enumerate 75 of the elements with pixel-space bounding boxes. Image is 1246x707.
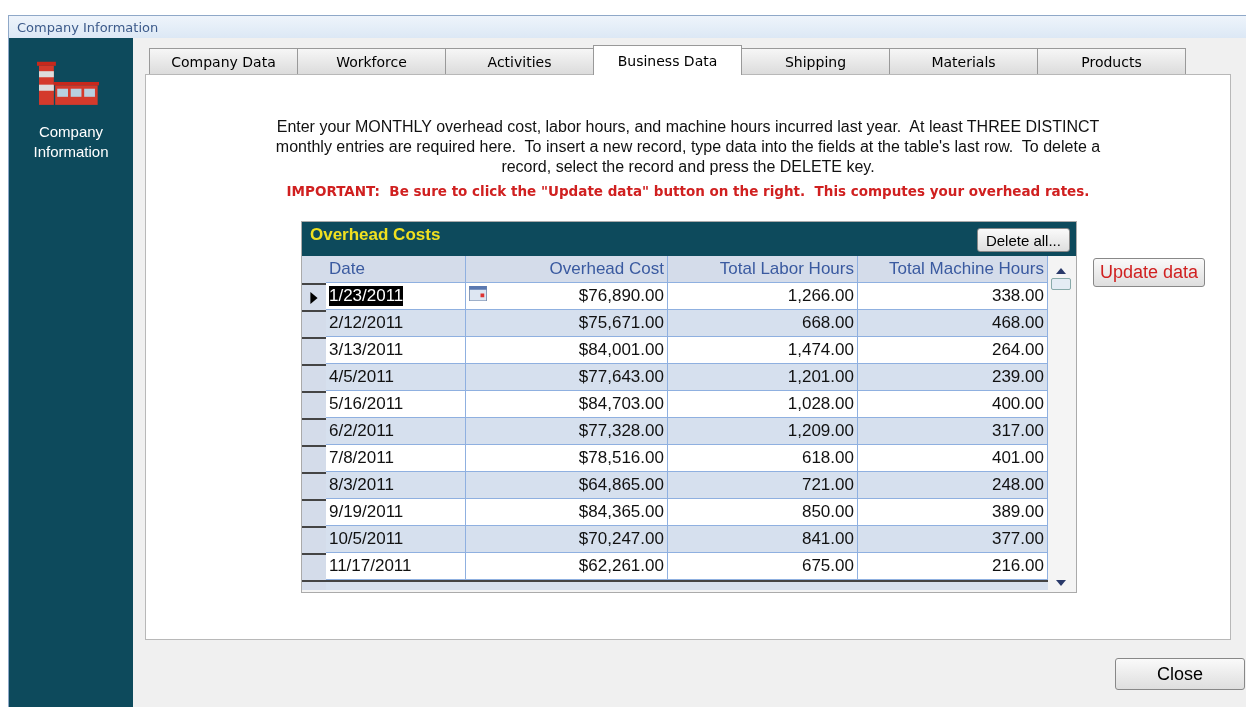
tab[interactable]: Shipping — [741, 48, 890, 74]
table-cell: 389.00 — [991, 502, 1044, 522]
table-cell: $70,247.00 — [578, 529, 664, 549]
table-cell: 216.00 — [991, 556, 1044, 576]
window-title: Company Information — [17, 19, 159, 35]
tab[interactable]: Company Data — [149, 48, 298, 74]
calendar-icon[interactable] — [468, 286, 487, 301]
row-selector[interactable] — [301, 445, 326, 472]
tab[interactable]: Products — [1037, 48, 1186, 74]
scroll-down-icon[interactable] — [1055, 580, 1066, 586]
table-cell: 468.00 — [991, 313, 1044, 333]
table-cell: 4/5/2011 — [328, 367, 394, 387]
row-selector[interactable] — [301, 391, 326, 418]
table-cell: 1,201.00 — [787, 367, 854, 387]
table-cell: 841.00 — [801, 529, 854, 549]
close-button[interactable]: Close — [1115, 658, 1245, 690]
scroll-thumb[interactable] — [1050, 278, 1071, 290]
sidebar-label: Company Information — [32, 122, 110, 162]
table-cell: $84,703.00 — [578, 394, 664, 414]
row-selector[interactable] — [301, 526, 326, 553]
table-cell: 7/8/2011 — [328, 448, 394, 468]
row-selector[interactable] — [301, 337, 326, 364]
table-cell: 6/2/2011 — [328, 421, 394, 441]
table-cell: $76,890.00 — [578, 286, 664, 306]
row-selector[interactable] — [301, 283, 326, 310]
scroll-up-icon[interactable] — [1055, 268, 1066, 274]
table-cell: 264.00 — [991, 340, 1044, 360]
important-note: IMPORTANT: Be sure to click the "Update data" button on the right. This computes your overhead rates. — [286, 183, 1090, 199]
row-selector[interactable] — [301, 310, 326, 337]
table-cell: 248.00 — [991, 475, 1044, 495]
table-cell: 1,028.00 — [787, 394, 854, 414]
table-cell: 400.00 — [991, 394, 1044, 414]
table-cell: 1,266.00 — [787, 286, 854, 306]
update-data-button[interactable]: Update data — [1092, 258, 1206, 287]
table-cell: $62,261.00 — [578, 556, 664, 576]
table-cell: $78,516.00 — [578, 448, 664, 468]
table-cell: 1,474.00 — [787, 340, 854, 360]
table-cell: $77,643.00 — [578, 367, 664, 387]
table-cell: 3/13/2011 — [328, 340, 404, 360]
table-cell: 377.00 — [991, 529, 1044, 549]
tab[interactable]: Workforce — [297, 48, 446, 74]
table-cell: 2/12/2011 — [328, 313, 404, 333]
table-cell: 721.00 — [801, 475, 854, 495]
tab[interactable]: Business Data — [593, 45, 742, 75]
row-selector[interactable] — [301, 553, 326, 580]
row-selector[interactable] — [301, 499, 326, 526]
table-cell: 618.00 — [801, 448, 854, 468]
table-cell: 668.00 — [801, 313, 854, 333]
table-cell: 401.00 — [991, 448, 1044, 468]
table-title: Overhead Costs — [309, 225, 441, 245]
table-cell: 675.00 — [801, 556, 854, 576]
row-selector[interactable] — [301, 418, 326, 445]
table-cell: 1/23/2011 — [328, 286, 404, 306]
table-cell: 850.00 — [801, 502, 854, 522]
table-cell: $77,328.00 — [578, 421, 664, 441]
tab[interactable]: Activities — [445, 48, 594, 74]
table-cell: 1,209.00 — [787, 421, 854, 441]
delete-all-button[interactable]: Delete all... — [976, 228, 1070, 252]
table-cell: $64,865.00 — [578, 475, 664, 495]
table-cell: 338.00 — [991, 286, 1044, 306]
table-cell: $84,001.00 — [578, 340, 664, 360]
current-row-icon — [309, 291, 318, 304]
row-selector[interactable] — [301, 472, 326, 499]
table-cell: $84,365.00 — [578, 502, 664, 522]
tab[interactable]: Materials — [889, 48, 1038, 74]
table-cell: 11/17/2011 — [328, 556, 412, 576]
table-cell: 239.00 — [991, 367, 1044, 387]
row-selector[interactable] — [301, 364, 326, 391]
table-cell: 5/16/2011 — [328, 394, 404, 414]
table-cell: 8/3/2011 — [328, 475, 394, 495]
table-cell: 9/19/2011 — [328, 502, 404, 522]
instructions-text: Enter your MONTHLY overhead cost, labor hours, and machine hours incurred last year. At least THREE DISTINCT monthly entries are required here. To insert a new record, type data into the fields at the table's last row. To delete a record, select the record and press the DELETE key. — [274, 117, 1102, 177]
table-cell: 317.00 — [991, 421, 1044, 441]
table-cell: 10/5/2011 — [328, 529, 404, 549]
table-cell: $75,671.00 — [578, 313, 664, 333]
